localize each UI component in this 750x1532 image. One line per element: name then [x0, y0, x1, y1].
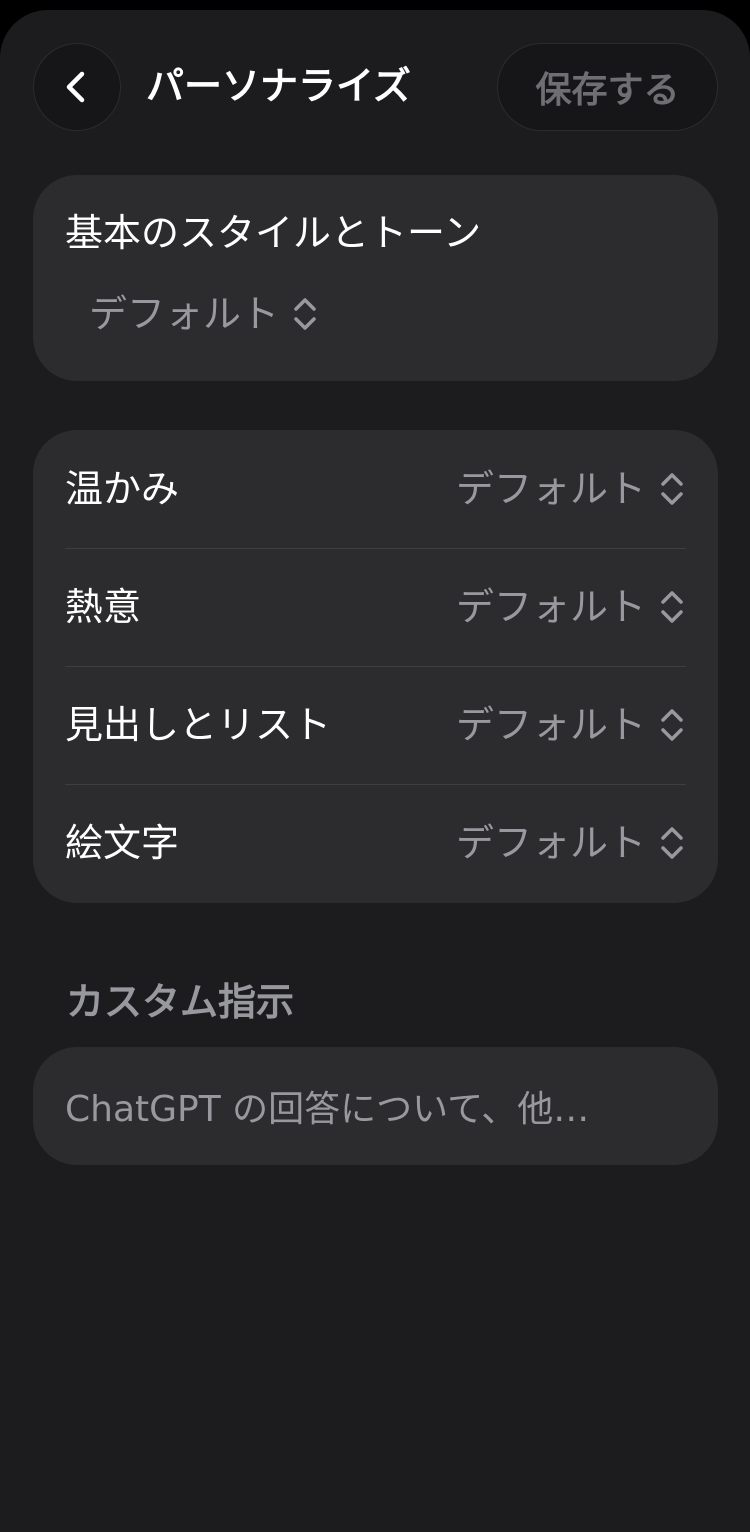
trait-value: デフォルト	[455, 467, 646, 511]
trait-row-warmth[interactable]: 温かみ デフォルト	[65, 430, 686, 548]
chevron-up-down-icon	[661, 709, 683, 741]
trait-row-headings-lists[interactable]: 見出しとリスト デフォルト	[65, 666, 686, 784]
trait-picker[interactable]: デフォルト	[456, 463, 686, 515]
base-style-picker[interactable]: デフォルト	[89, 288, 319, 340]
trait-row-enthusiasm[interactable]: 熱意 デフォルト	[65, 548, 686, 666]
save-button[interactable]: 保存する	[497, 43, 718, 131]
base-style-card[interactable]: 基本のスタイルとトーン デフォルト	[33, 175, 718, 381]
traits-card: 温かみ デフォルト 熱意 デフォルト 見出しとリスト デフォルト 絵文字 デフォ…	[33, 430, 718, 903]
trait-value: デフォルト	[455, 703, 646, 747]
trait-value: デフォルト	[455, 585, 646, 629]
trait-label: 温かみ	[65, 467, 180, 511]
trait-picker[interactable]: デフォルト	[456, 699, 686, 751]
custom-instructions-placeholder: ChatGPT の回答について、他…	[65, 1089, 590, 1130]
back-button[interactable]	[33, 43, 121, 131]
chevron-up-down-icon	[661, 827, 683, 859]
chevron-left-icon	[66, 71, 85, 103]
chevron-up-down-icon	[294, 298, 316, 330]
trait-value: デフォルト	[455, 821, 646, 865]
base-style-label: 基本のスタイルとトーン	[65, 211, 482, 255]
trait-row-emoji[interactable]: 絵文字 デフォルト	[65, 784, 686, 902]
page-title: パーソナライズ	[146, 64, 411, 108]
trait-label: 絵文字	[65, 821, 180, 865]
trait-picker[interactable]: デフォルト	[456, 817, 686, 869]
custom-instructions-heading: カスタム指示	[66, 980, 295, 1024]
personalize-screen: パーソナライズ 保存する 基本のスタイルとトーン デフォルト 温かみ デフォルト…	[0, 10, 750, 1532]
base-style-value: デフォルト	[89, 292, 280, 336]
chevron-up-down-icon	[661, 473, 683, 505]
trait-label: 見出しとリスト	[65, 703, 332, 747]
trait-picker[interactable]: デフォルト	[456, 581, 686, 633]
trait-label: 熱意	[65, 585, 142, 629]
custom-instructions-field[interactable]: ChatGPT の回答について、他…	[33, 1047, 718, 1165]
chevron-up-down-icon	[661, 591, 683, 623]
